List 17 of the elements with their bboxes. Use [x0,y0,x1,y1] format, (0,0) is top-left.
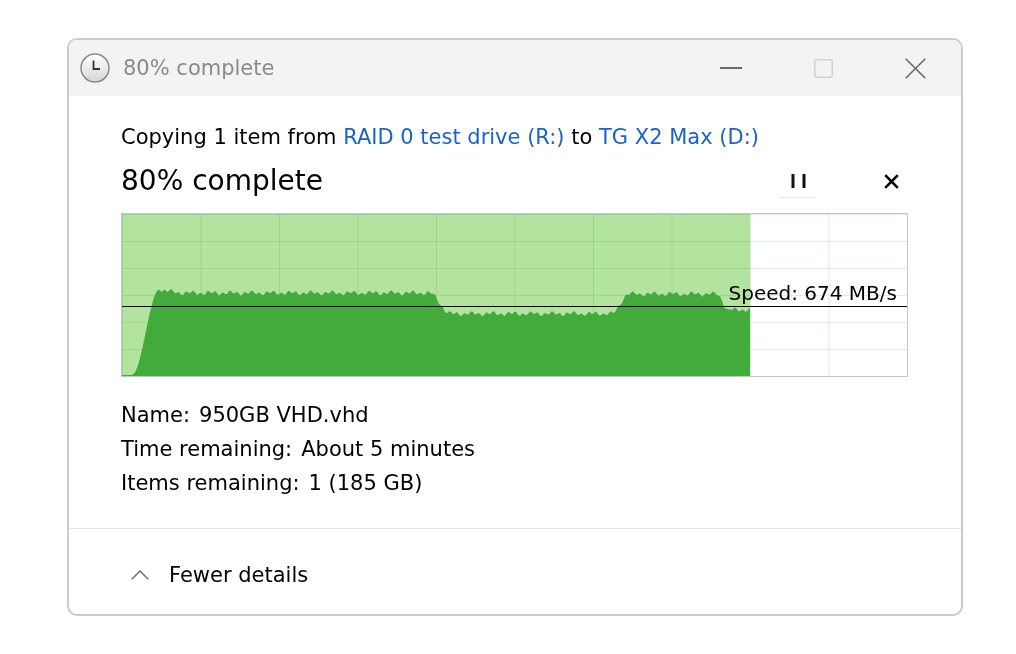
close-icon [883,173,899,189]
detail-label: Name: [121,402,191,429]
pause-icon [790,173,806,188]
detail-value: 1 (185 GB) [308,470,423,497]
drive-link[interactable]: RAID 0 test drive (R:) [343,125,565,149]
speed-label: Speed: 674 MB/s [728,280,897,305]
window-title: 80% complete [123,55,276,81]
progress-heading: 80% complete [121,163,324,199]
chevron-up-icon [131,569,149,580]
detail-value: 950GB VHD.vhd [199,402,369,429]
detail-value: About 5 minutes [301,436,475,463]
copy-summary: Copying 1 item from RAID 0 test drive (R:) to TG X2 Max (D:) [121,124,759,150]
details-toggle-button[interactable]: Fewer details [131,561,309,588]
detail-label: Time remaining: [121,436,293,463]
clock-icon [80,53,110,83]
drive-link[interactable]: TG X2 Max (D:) [599,125,759,149]
detail-label: Items remaining: [121,470,300,497]
